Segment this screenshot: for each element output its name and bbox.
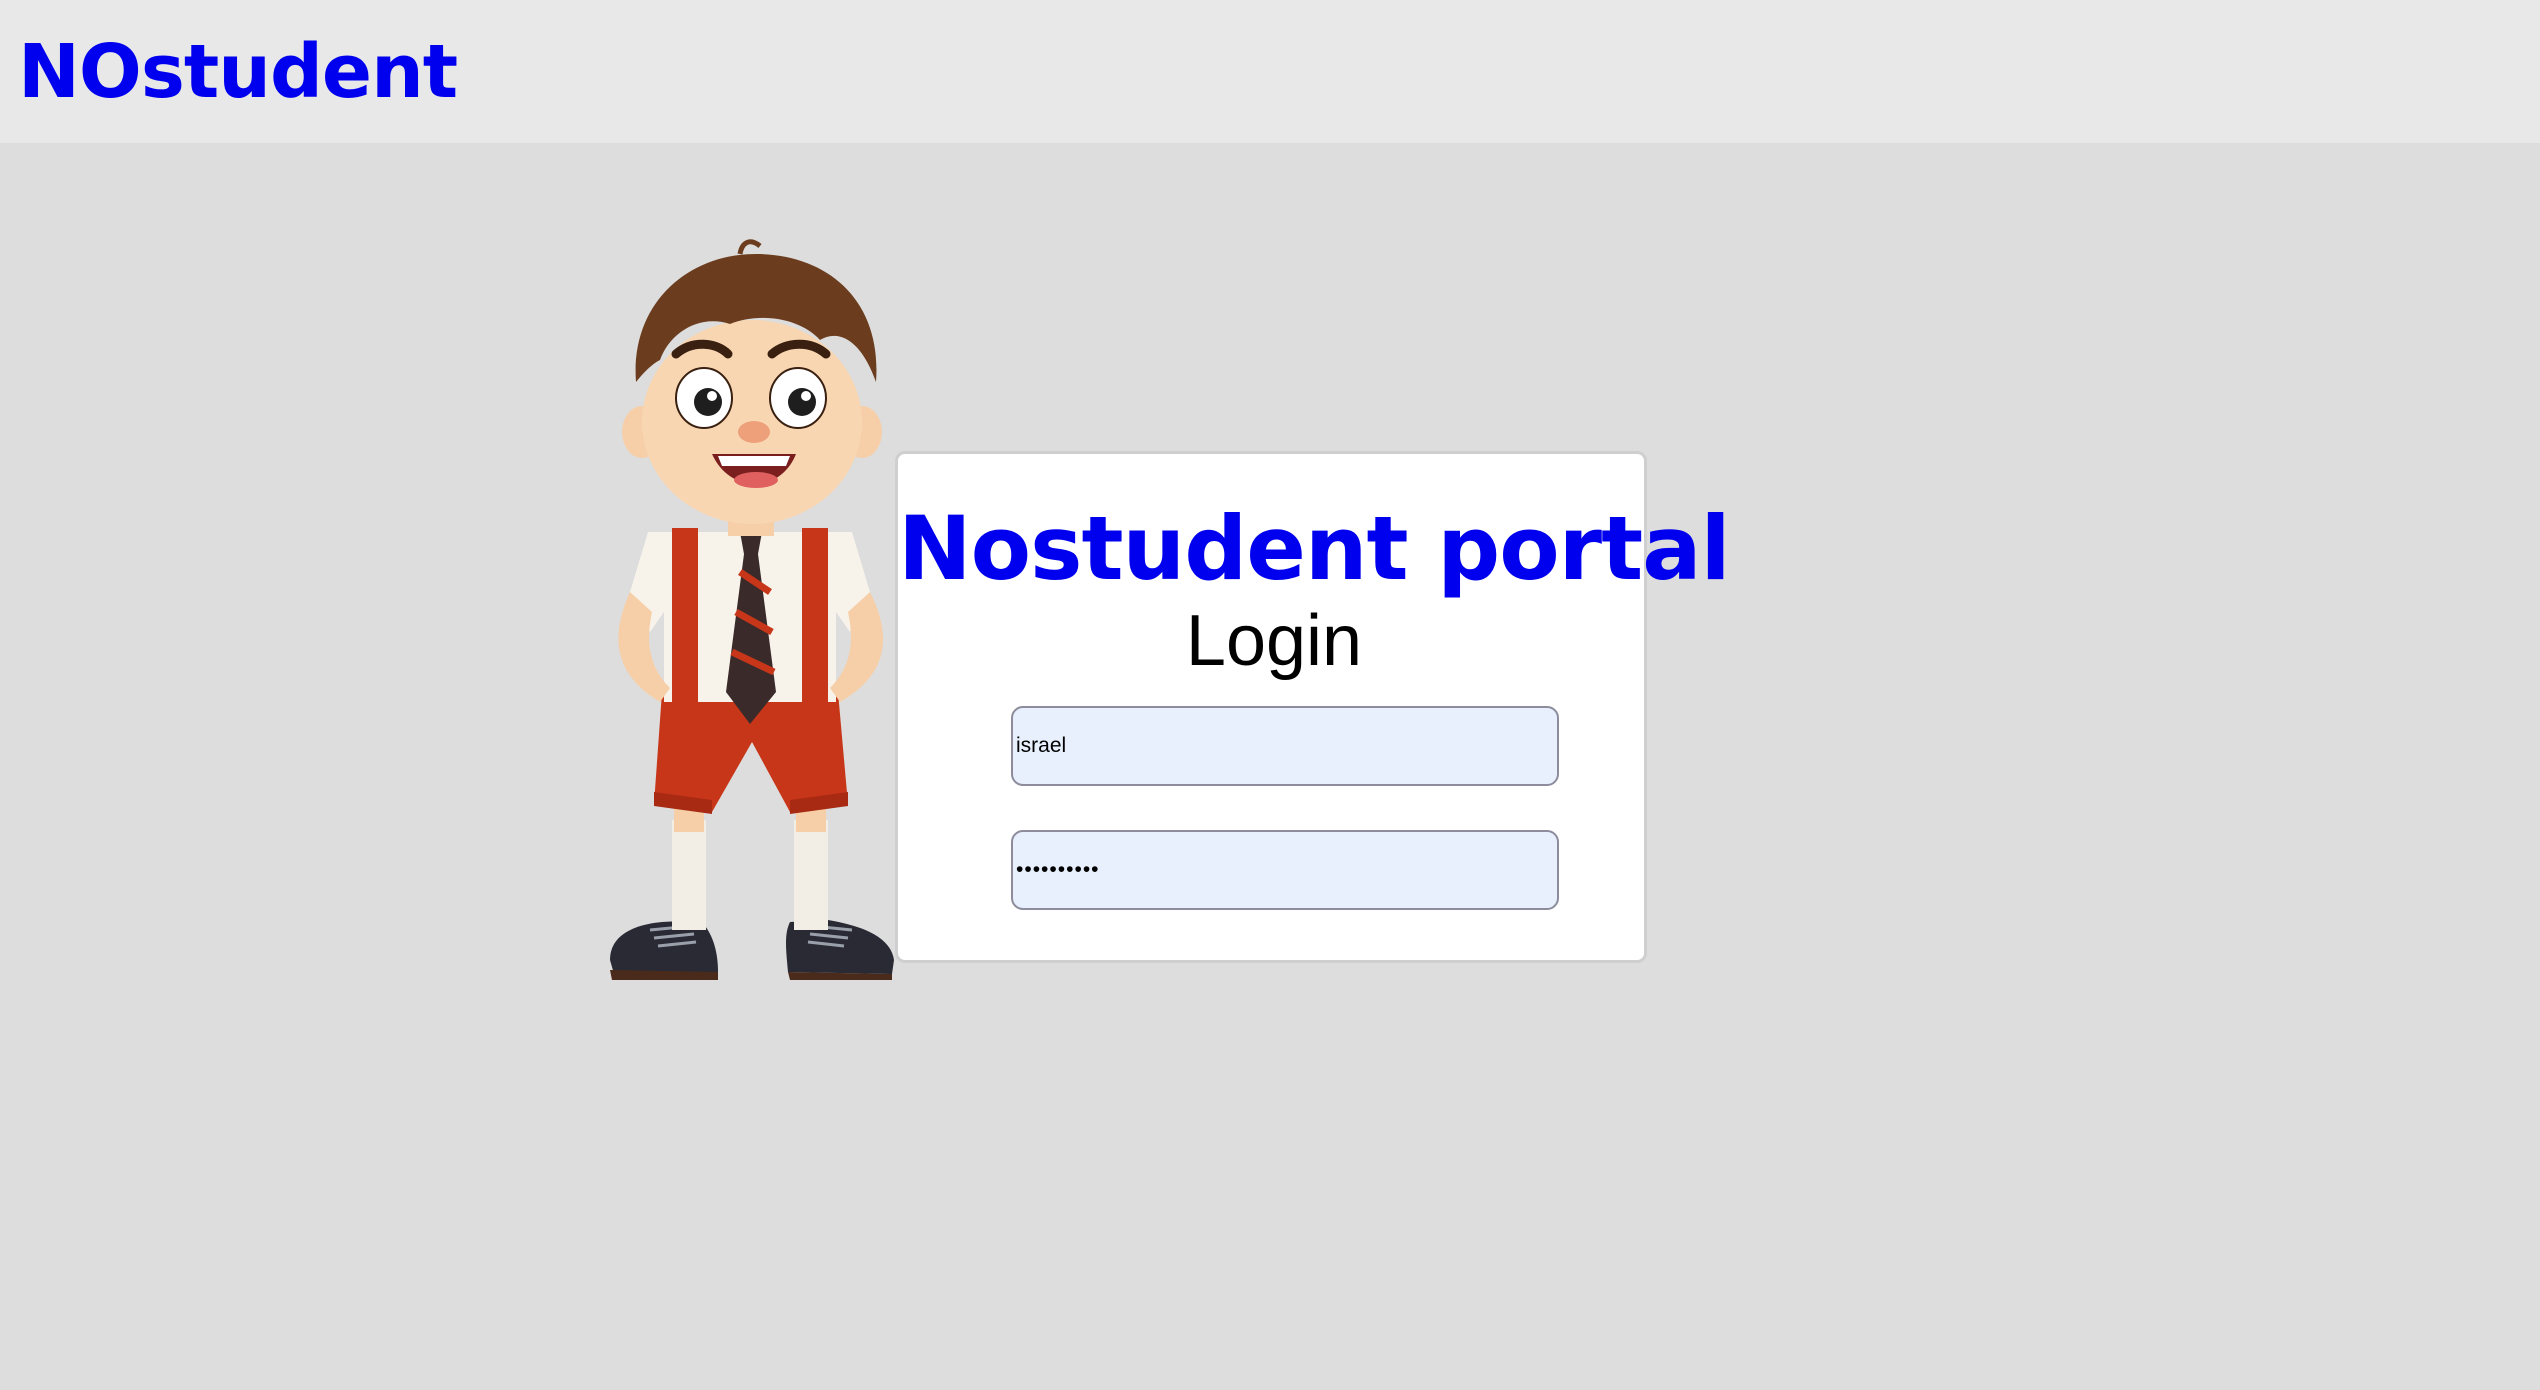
username-input[interactable] xyxy=(1011,706,1559,786)
password-input[interactable] xyxy=(1011,830,1559,910)
brand-logo-text[interactable]: NOstudent xyxy=(18,22,458,122)
login-card: Nostudent portal Login xyxy=(895,451,1731,963)
shoes xyxy=(610,920,894,980)
student-mascot-illustration xyxy=(610,239,894,980)
top-bar: NOstudent xyxy=(0,0,2540,143)
login-heading: Login xyxy=(1185,601,1363,681)
portal-title: Nostudent portal xyxy=(898,497,1731,600)
